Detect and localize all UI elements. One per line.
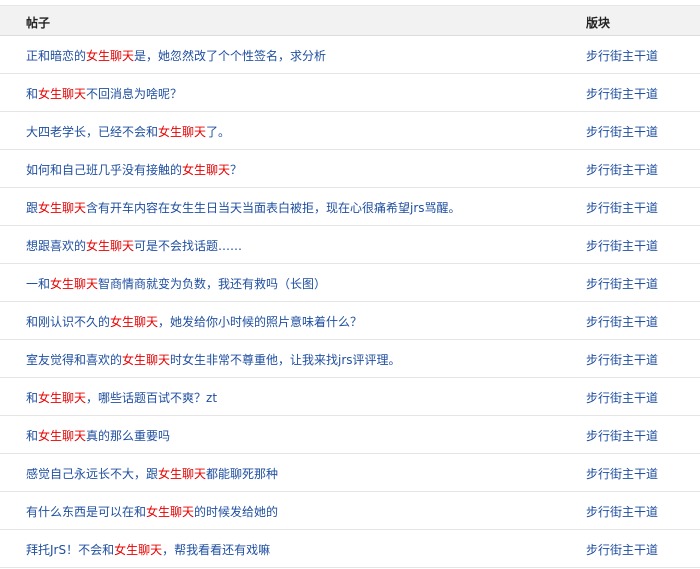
board-link[interactable]: 步行街主干道 — [586, 541, 658, 558]
post-title-link[interactable]: 和女生聊天不回消息为啥呢？ — [26, 85, 182, 102]
post-title-link[interactable]: 有什么东西是可以在和女生聊天的时候发给她的 — [26, 503, 278, 520]
table-row: 大四老学长，已经不会和女生聊天了。 步行街主干道 — [0, 112, 700, 150]
table-row: 和女生聊天真的那么重要吗 步行街主干道 — [0, 416, 700, 454]
column-header-title: 帖子 — [26, 16, 51, 30]
post-title-link[interactable]: 如何和自己班几乎没有接触的女生聊天？ — [26, 161, 242, 178]
table-row: 跟女生聊天含有开车内容在女生生日当天当面表白被拒，现在心很痛希望jrs骂醒。 步行… — [0, 188, 700, 226]
post-title-link[interactable]: 拜托JrS！不会和女生聊天，帮我看看还有戏嘛 — [26, 541, 270, 558]
board-link[interactable]: 步行街主干道 — [586, 389, 658, 406]
highlighted-keyword: 女生聊天 — [38, 87, 87, 101]
post-title-link[interactable]: 室友觉得和喜欢的女生聊天时女生非常不尊重他，让我来找jrs评评理。 — [26, 351, 401, 368]
highlighted-keyword: 女生聊天 — [122, 353, 171, 367]
table-row: 想跟喜欢的女生聊天可是不会找话题…… 步行街主干道 — [0, 226, 700, 264]
board-link[interactable]: 步行街主干道 — [586, 465, 658, 482]
post-title-link[interactable]: 和刚认识不久的女生聊天，她发给你小时候的照片意味着什么？ — [26, 313, 362, 330]
post-title-link[interactable]: 一和女生聊天智商情商就变为负数，我还有救吗（长图） — [26, 275, 326, 292]
table-row: 感觉自己永远长不大，跟女生聊天都能聊死那种 步行街主干道 — [0, 454, 700, 492]
highlighted-keyword: 女生聊天 — [182, 163, 231, 177]
highlighted-keyword: 女生聊天 — [158, 125, 207, 139]
board-link[interactable]: 步行街主干道 — [586, 237, 658, 254]
table-row: 正和暗恋的女生聊天是，她忽然改了个个性签名，求分析 步行街主干道 — [0, 36, 700, 74]
post-title-link[interactable]: 大四老学长，已经不会和女生聊天了。 — [26, 123, 230, 140]
table-row: 和刚认识不久的女生聊天，她发给你小时候的照片意味着什么？ 步行街主干道 — [0, 302, 700, 340]
board-link[interactable]: 步行街主干道 — [586, 123, 658, 140]
search-results-table: 帖子 版块 正和暗恋的女生聊天是，她忽然改了个个性签名，求分析 步行街主干道 和女生… — [0, 0, 700, 569]
board-link[interactable]: 步行街主干道 — [586, 313, 658, 330]
highlighted-keyword: 女生聊天 — [50, 277, 99, 291]
table-row: 和女生聊天不回消息为啥呢？ 步行街主干道 — [0, 74, 700, 112]
highlighted-keyword: 女生聊天 — [38, 391, 87, 405]
post-title-link[interactable]: 想跟喜欢的女生聊天可是不会找话题…… — [26, 237, 242, 254]
post-title-link[interactable]: 和女生聊天真的那么重要吗 — [26, 427, 170, 444]
board-link[interactable]: 步行街主干道 — [586, 85, 658, 102]
highlighted-keyword: 女生聊天 — [38, 201, 87, 215]
board-link[interactable]: 步行街主干道 — [586, 275, 658, 292]
table-row: 和女生聊天，哪些话题百试不爽？zt 步行街主干道 — [0, 378, 700, 416]
highlighted-keyword: 女生聊天 — [114, 543, 163, 557]
highlighted-keyword: 女生聊天 — [146, 505, 195, 519]
table-row: 室友觉得和喜欢的女生聊天时女生非常不尊重他，让我来找jrs评评理。 步行街主干道 — [0, 340, 700, 378]
table-row: 一和女生聊天智商情商就变为负数，我还有救吗（长图） 步行街主干道 — [0, 264, 700, 302]
board-link[interactable]: 步行街主干道 — [586, 161, 658, 178]
table-row: 如何和自己班几乎没有接触的女生聊天？ 步行街主干道 — [0, 150, 700, 188]
table-row: 拜托JrS！不会和女生聊天，帮我看看还有戏嘛 步行街主干道 — [0, 530, 700, 568]
board-link[interactable]: 步行街主干道 — [586, 351, 658, 368]
board-link[interactable]: 步行街主干道 — [586, 427, 658, 444]
board-link[interactable]: 步行街主干道 — [586, 47, 658, 64]
table-body: 正和暗恋的女生聊天是，她忽然改了个个性签名，求分析 步行街主干道 和女生聊天不回消息… — [0, 36, 700, 568]
table-header: 帖子 版块 — [0, 5, 700, 36]
highlighted-keyword: 女生聊天 — [38, 429, 87, 443]
board-link[interactable]: 步行街主干道 — [586, 199, 658, 216]
highlighted-keyword: 女生聊天 — [158, 467, 207, 481]
highlighted-keyword: 女生聊天 — [86, 239, 135, 253]
highlighted-keyword: 女生聊天 — [86, 49, 135, 63]
board-link[interactable]: 步行街主干道 — [586, 503, 658, 520]
highlighted-keyword: 女生聊天 — [110, 315, 159, 329]
post-title-link[interactable]: 感觉自己永远长不大，跟女生聊天都能聊死那种 — [26, 465, 278, 482]
post-title-link[interactable]: 正和暗恋的女生聊天是，她忽然改了个个性签名，求分析 — [26, 47, 326, 64]
table-row: 有什么东西是可以在和女生聊天的时候发给她的 步行街主干道 — [0, 492, 700, 530]
post-title-link[interactable]: 跟女生聊天含有开车内容在女生生日当天当面表白被拒，现在心很痛希望jrs骂醒。 — [26, 199, 461, 216]
post-title-link[interactable]: 和女生聊天，哪些话题百试不爽？zt — [26, 389, 217, 406]
column-header-board: 版块 — [586, 16, 611, 30]
